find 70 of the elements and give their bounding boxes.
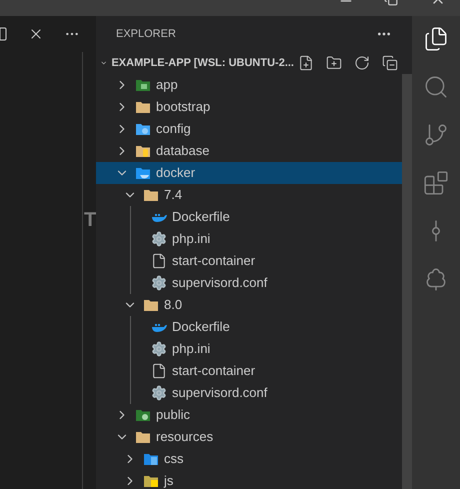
- item-label: css: [164, 450, 184, 468]
- tree-item[interactable]: supervisord.conf: [96, 272, 402, 294]
- item-label: Dockerfile: [172, 318, 230, 336]
- refresh-icon[interactable]: [354, 55, 370, 71]
- files-icon[interactable]: [423, 26, 449, 52]
- gear-icon: [151, 385, 167, 401]
- open-folder-icon: [135, 430, 151, 444]
- gear-icon: [151, 275, 167, 291]
- folder-icon: [135, 122, 151, 136]
- item-label: 8.0: [164, 296, 182, 314]
- folder-icon: [135, 166, 151, 180]
- whale-icon: [151, 211, 167, 223]
- tree-item[interactable]: resources: [96, 426, 402, 448]
- item-label: database: [156, 142, 210, 160]
- folder-icon: [135, 78, 151, 92]
- folder-icon: [143, 452, 159, 466]
- tree-item[interactable]: app: [96, 74, 402, 96]
- folder-icon: [135, 100, 151, 114]
- item-label: docker: [156, 164, 196, 182]
- tree-item[interactable]: supervisord.conf: [96, 382, 402, 404]
- item-label: start-container: [172, 252, 256, 270]
- item-label: js: [164, 472, 174, 489]
- new-folder-icon[interactable]: [326, 55, 342, 71]
- item-label: php.ini: [172, 230, 210, 248]
- folder-icon: [135, 144, 151, 158]
- editor-text-fragment: T: [84, 210, 96, 230]
- folder-icon: [135, 408, 151, 422]
- root-header[interactable]: EXAMPLE-APP [WSL: UBUNTU-2...: [96, 52, 412, 74]
- workspace-title: EXAMPLE-APP [WSL: UBUNTU-2...: [111, 56, 294, 71]
- tree-item[interactable]: Dockerfile: [96, 206, 402, 228]
- tree-item[interactable]: bootstrap: [96, 96, 402, 118]
- item-label: app: [156, 76, 178, 94]
- tree-item[interactable]: start-container: [96, 360, 402, 382]
- item-label: start-container: [172, 362, 256, 380]
- item-label: supervisord.conf: [172, 384, 268, 402]
- search-icon[interactable]: [423, 74, 449, 100]
- scrollbar[interactable]: [402, 74, 412, 489]
- folder-icon: [143, 474, 159, 488]
- tree-item[interactable]: css: [96, 448, 402, 470]
- branch-icon[interactable]: [423, 122, 449, 148]
- item-label: 7.4: [164, 186, 182, 204]
- tree-item[interactable]: php.ini: [96, 228, 402, 250]
- tree-item[interactable]: public: [96, 404, 402, 426]
- tree-item[interactable]: docker: [96, 162, 402, 184]
- item-label: php.ini: [172, 340, 210, 358]
- open-folder-icon: [143, 298, 159, 312]
- file-icon: [151, 363, 167, 379]
- open-folder-icon: [143, 188, 159, 202]
- tree-item[interactable]: config: [96, 118, 402, 140]
- tree-item[interactable]: 7.4: [96, 184, 402, 206]
- blocks-icon[interactable]: [423, 170, 449, 196]
- whale-icon: [151, 321, 167, 333]
- item-label: bootstrap: [156, 98, 210, 116]
- tree-item[interactable]: 8.0: [96, 294, 402, 316]
- gear-icon: [151, 341, 167, 357]
- item-label: resources: [156, 428, 214, 446]
- tree-item[interactable]: database: [96, 140, 402, 162]
- item-label: supervisord.conf: [172, 274, 268, 292]
- tree-item[interactable]: php.ini: [96, 338, 402, 360]
- tree-item[interactable]: start-container: [96, 250, 402, 272]
- panel-title: EXPLORER: [116, 26, 176, 42]
- new-file-icon[interactable]: [298, 55, 314, 71]
- item-label: Dockerfile: [172, 208, 230, 226]
- file-icon: [151, 253, 167, 269]
- gear-icon: [151, 231, 167, 247]
- tree-item[interactable]: Dockerfile: [96, 316, 402, 338]
- collapse-icon[interactable]: [382, 55, 398, 71]
- item-label: config: [156, 120, 191, 138]
- item-label: public: [156, 406, 190, 424]
- tree-item[interactable]: js: [96, 470, 402, 489]
